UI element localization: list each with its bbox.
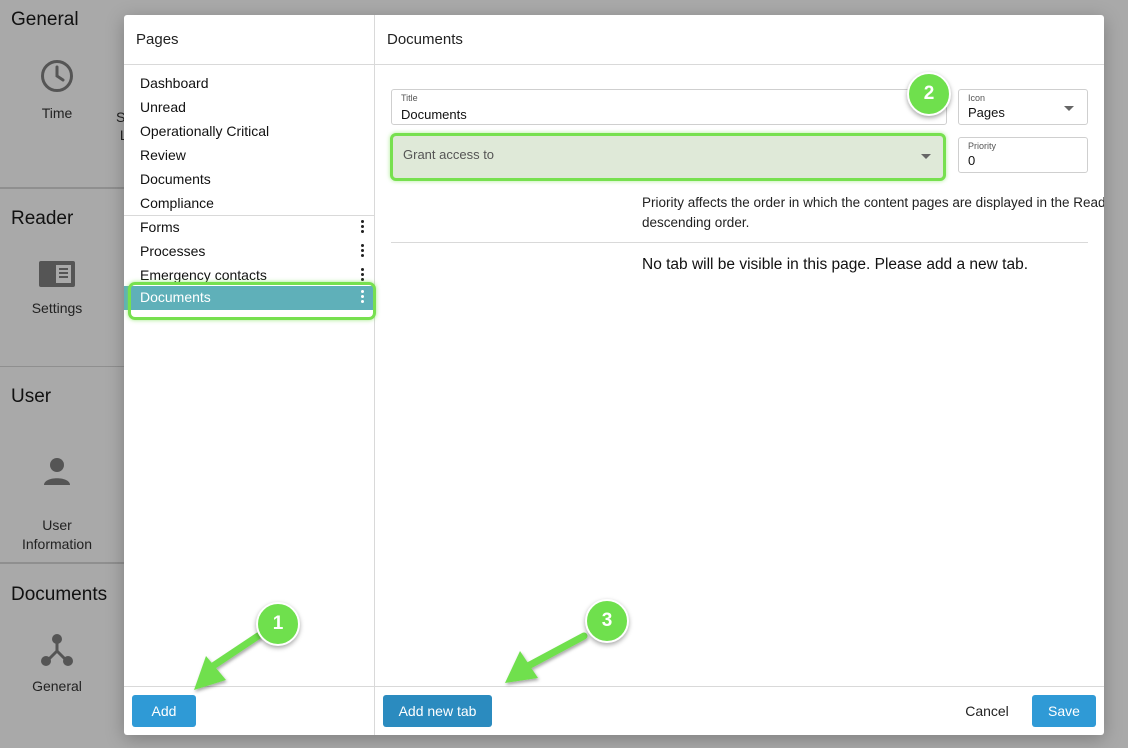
step-badge-2: 2: [907, 72, 951, 116]
annotation-arrows: [194, 632, 588, 690]
arrow-to-add-new-tab-button: [505, 632, 588, 683]
step-badge-1: 1: [256, 602, 300, 646]
step-badge-3: 3: [585, 599, 629, 643]
arrow-to-add-button: [194, 632, 262, 690]
